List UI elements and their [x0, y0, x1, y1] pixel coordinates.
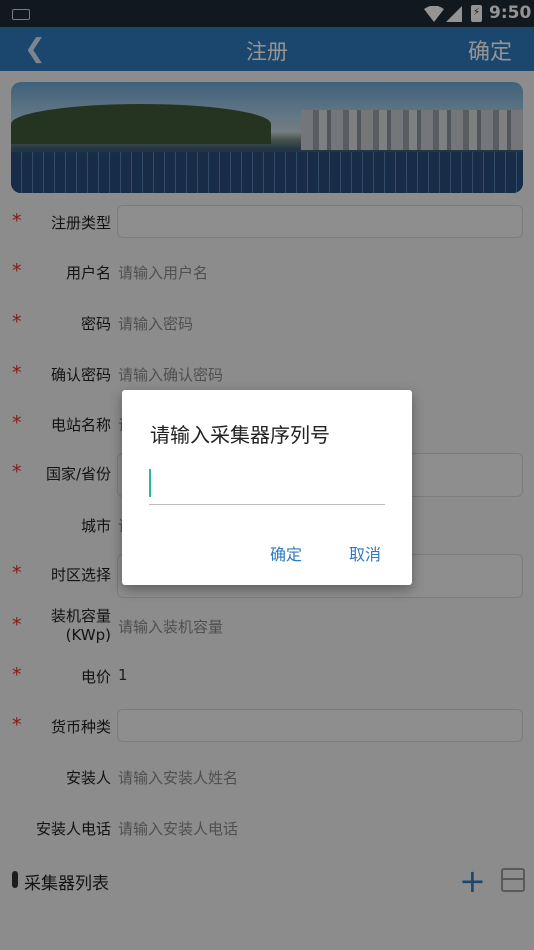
serial-number-input[interactable] [149, 469, 151, 497]
dialog-title: 请输入采集器序列号 [150, 423, 330, 447]
dialog-cancel-button[interactable]: 取消 [349, 541, 381, 565]
dialog-ok-button[interactable]: 确定 [270, 541, 302, 565]
input-underline [149, 504, 385, 505]
serial-number-dialog: 请输入采集器序列号 确定 取消 [122, 390, 412, 585]
